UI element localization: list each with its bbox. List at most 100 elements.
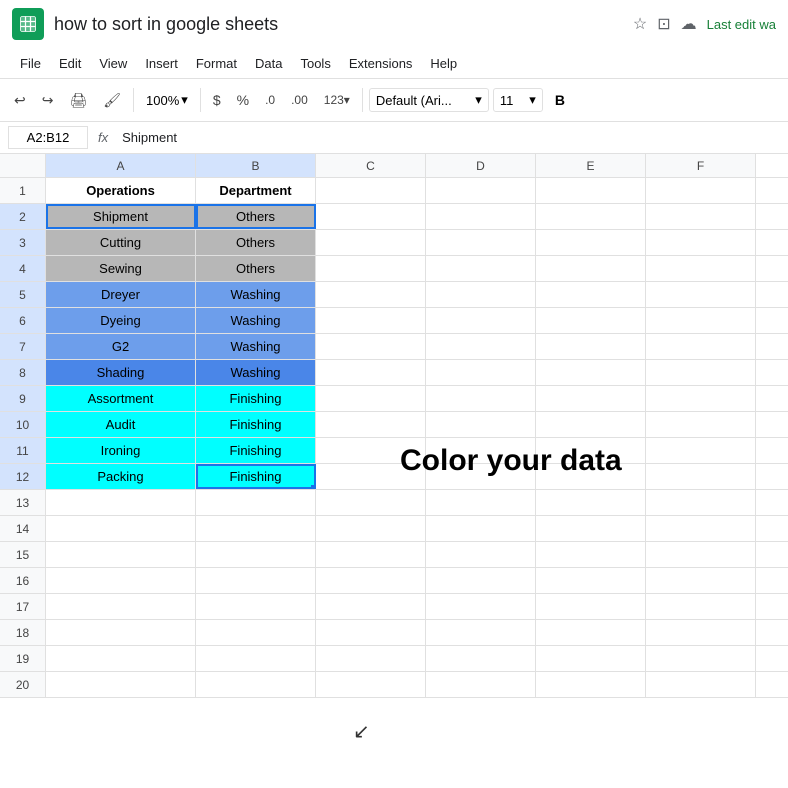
cell-a13[interactable]: [46, 490, 196, 515]
cell-f8[interactable]: [646, 360, 756, 385]
cell-f13[interactable]: [646, 490, 756, 515]
cell-d11[interactable]: [426, 438, 536, 463]
menu-file[interactable]: File: [12, 52, 49, 75]
drive-icon[interactable]: ⊡: [657, 14, 670, 34]
cell-f6[interactable]: [646, 308, 756, 333]
cell-a9[interactable]: Assortment: [46, 386, 196, 411]
col-header-f[interactable]: F: [646, 154, 756, 177]
cell-reference-input[interactable]: [8, 126, 88, 149]
row-number-1[interactable]: 1: [0, 178, 46, 203]
row-number-4[interactable]: 4: [0, 256, 46, 281]
cell-e20[interactable]: [536, 672, 646, 697]
cell-e14[interactable]: [536, 516, 646, 541]
zoom-selector[interactable]: 100% ▾: [140, 88, 194, 112]
cell-b14[interactable]: [196, 516, 316, 541]
cloud-icon[interactable]: ☁: [681, 14, 697, 34]
cell-a3[interactable]: Cutting: [46, 230, 196, 255]
cell-e11[interactable]: [536, 438, 646, 463]
fill-handle[interactable]: [311, 485, 316, 489]
cell-b11[interactable]: Finishing: [196, 438, 316, 463]
row-number-9[interactable]: 9: [0, 386, 46, 411]
cell-e18[interactable]: [536, 620, 646, 645]
col-header-e[interactable]: E: [536, 154, 646, 177]
menu-data[interactable]: Data: [247, 52, 290, 75]
cell-c20[interactable]: [316, 672, 426, 697]
cell-b10[interactable]: Finishing: [196, 412, 316, 437]
menu-view[interactable]: View: [91, 52, 135, 75]
cell-c12[interactable]: [316, 464, 426, 489]
cell-d16[interactable]: [426, 568, 536, 593]
cell-e12[interactable]: [536, 464, 646, 489]
cell-b18[interactable]: [196, 620, 316, 645]
cell-d3[interactable]: [426, 230, 536, 255]
cell-c17[interactable]: [316, 594, 426, 619]
cell-b3[interactable]: Others: [196, 230, 316, 255]
col-header-a[interactable]: A: [46, 154, 196, 177]
star-icon[interactable]: ☆: [633, 14, 647, 34]
cell-a11[interactable]: Ironing: [46, 438, 196, 463]
cell-f4[interactable]: [646, 256, 756, 281]
cell-a16[interactable]: [46, 568, 196, 593]
row-number-14[interactable]: 14: [0, 516, 46, 541]
cell-a18[interactable]: [46, 620, 196, 645]
cell-d14[interactable]: [426, 516, 536, 541]
row-number-5[interactable]: 5: [0, 282, 46, 307]
cell-d12[interactable]: [426, 464, 536, 489]
cell-b4[interactable]: Others: [196, 256, 316, 281]
cell-d2[interactable]: [426, 204, 536, 229]
cell-e10[interactable]: [536, 412, 646, 437]
cell-b15[interactable]: [196, 542, 316, 567]
menu-edit[interactable]: Edit: [51, 52, 89, 75]
cell-d9[interactable]: [426, 386, 536, 411]
currency-button[interactable]: $: [207, 88, 227, 112]
cell-d10[interactable]: [426, 412, 536, 437]
cell-d1[interactable]: [426, 178, 536, 203]
row-number-8[interactable]: 8: [0, 360, 46, 385]
cell-b8[interactable]: Washing: [196, 360, 316, 385]
cell-e7[interactable]: [536, 334, 646, 359]
cell-c13[interactable]: [316, 490, 426, 515]
cell-a4[interactable]: Sewing: [46, 256, 196, 281]
cell-d20[interactable]: [426, 672, 536, 697]
row-number-18[interactable]: 18: [0, 620, 46, 645]
paint-format-button[interactable]: 🖌: [97, 88, 127, 113]
cell-a14[interactable]: [46, 516, 196, 541]
row-number-15[interactable]: 15: [0, 542, 46, 567]
cell-a8[interactable]: Shading: [46, 360, 196, 385]
col-header-b[interactable]: B: [196, 154, 316, 177]
cell-f17[interactable]: [646, 594, 756, 619]
cell-c14[interactable]: [316, 516, 426, 541]
cell-b6[interactable]: Washing: [196, 308, 316, 333]
cell-c3[interactable]: [316, 230, 426, 255]
cell-f19[interactable]: [646, 646, 756, 671]
cell-a10[interactable]: Audit: [46, 412, 196, 437]
decimal-less-button[interactable]: .0: [259, 89, 281, 111]
cell-e4[interactable]: [536, 256, 646, 281]
cell-b17[interactable]: [196, 594, 316, 619]
cell-f20[interactable]: [646, 672, 756, 697]
cell-f10[interactable]: [646, 412, 756, 437]
cell-f15[interactable]: [646, 542, 756, 567]
cell-f12[interactable]: [646, 464, 756, 489]
cell-c4[interactable]: [316, 256, 426, 281]
row-number-7[interactable]: 7: [0, 334, 46, 359]
cell-a5[interactable]: Dreyer: [46, 282, 196, 307]
cell-a17[interactable]: [46, 594, 196, 619]
cell-f18[interactable]: [646, 620, 756, 645]
row-number-19[interactable]: 19: [0, 646, 46, 671]
cell-f3[interactable]: [646, 230, 756, 255]
cell-b19[interactable]: [196, 646, 316, 671]
last-edit-indicator[interactable]: Last edit wa: [707, 17, 776, 32]
undo-button[interactable]: ↩: [8, 88, 32, 113]
cell-f7[interactable]: [646, 334, 756, 359]
cell-d6[interactable]: [426, 308, 536, 333]
col-header-d[interactable]: D: [426, 154, 536, 177]
cell-e16[interactable]: [536, 568, 646, 593]
cell-e8[interactable]: [536, 360, 646, 385]
cell-b12[interactable]: Finishing: [196, 464, 316, 489]
cell-a19[interactable]: [46, 646, 196, 671]
number-format-button[interactable]: 123 ▾: [318, 89, 356, 111]
cell-f2[interactable]: [646, 204, 756, 229]
cell-a2[interactable]: Shipment: [46, 204, 196, 229]
print-button[interactable]: 🖨: [63, 88, 93, 113]
